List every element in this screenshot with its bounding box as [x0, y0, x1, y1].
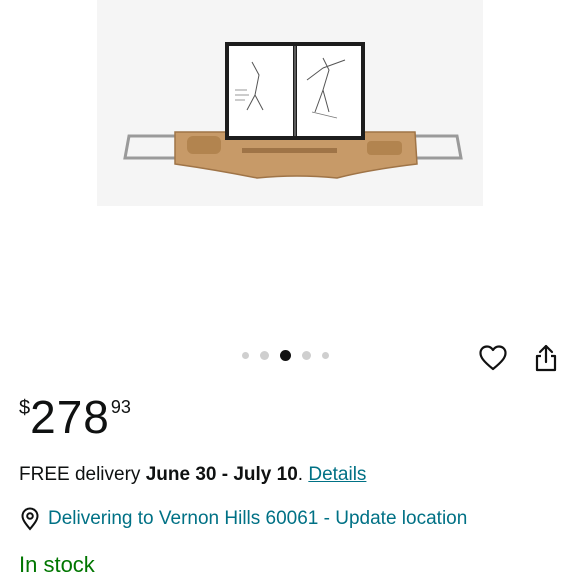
share-button[interactable] — [531, 343, 561, 373]
carousel-dot[interactable] — [242, 352, 249, 359]
carousel-dot-active[interactable] — [280, 350, 291, 361]
location-pin-icon — [21, 507, 39, 531]
details-link[interactable]: Details — [308, 464, 366, 485]
delivery-dates: June 30 - July 10 — [145, 464, 298, 485]
price-currency: $ — [19, 397, 31, 419]
location-text[interactable]: Delivering to Vernon Hills 60061 - Updat… — [48, 508, 467, 530]
product-illustration — [97, 0, 483, 206]
wishlist-button[interactable] — [478, 343, 508, 373]
delivery-prefix: FREE delivery — [19, 464, 146, 485]
share-icon — [535, 344, 557, 372]
price: $ 278 93 — [19, 392, 131, 442]
delivery-location[interactable]: Delivering to Vernon Hills 60061 - Updat… — [19, 507, 467, 531]
carousel-dots — [242, 350, 329, 361]
availability-status: In stock — [19, 552, 95, 577]
price-whole: 278 — [30, 391, 110, 443]
delivery-suffix: . — [297, 464, 309, 485]
carousel-dot[interactable] — [302, 351, 311, 360]
carousel-dot[interactable] — [322, 352, 329, 359]
heart-icon — [479, 345, 507, 371]
product-image[interactable] — [97, 0, 483, 206]
price-fraction: 93 — [110, 397, 131, 417]
delivery-info: FREE delivery June 30 - July 10. Details — [19, 464, 366, 486]
carousel-dot[interactable] — [260, 351, 269, 360]
